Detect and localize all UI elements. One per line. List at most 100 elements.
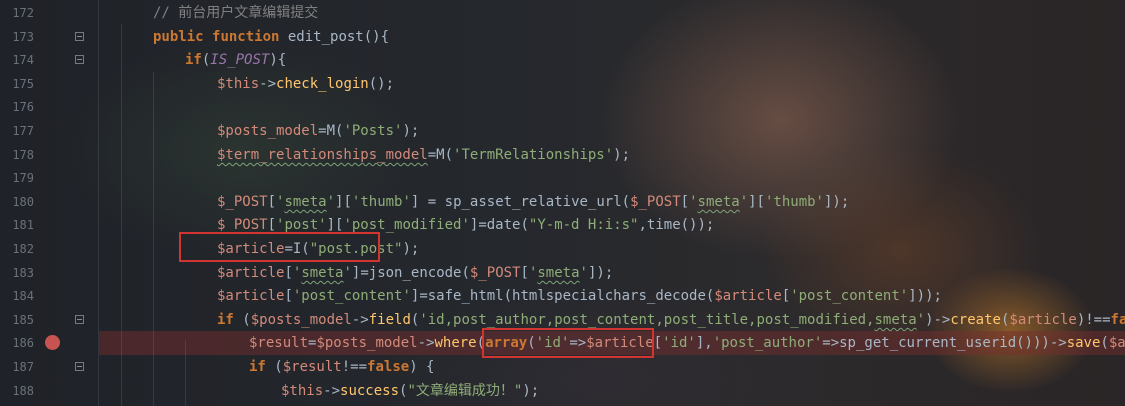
code-token: [ (520, 265, 529, 281)
code-editor[interactable]: 172 173 174 175 176 177 178 179 180 181 182 183 184 1… (0, 0, 1125, 406)
code-line[interactable] (99, 95, 1125, 119)
code-token: -> (259, 76, 277, 92)
line-number: 185 (12, 313, 34, 327)
code-token: $_POST (630, 194, 681, 210)
line-number: 179 (12, 171, 34, 185)
code-token: "post.post" (309, 241, 403, 257)
code-token: [ (284, 265, 293, 281)
gutter-row[interactable]: 187 (0, 355, 98, 379)
code-token: $posts_model (316, 335, 418, 351)
code-token: 'id,post_author,post_content,post_title,… (419, 312, 875, 328)
editor-gutter[interactable]: 172 173 174 175 176 177 178 179 180 181 182 183 184 1… (0, 0, 99, 406)
line-number: 183 (12, 266, 34, 280)
code-token: "Y-m-d H:i:s" (528, 217, 639, 233)
code-token: ( (527, 335, 536, 351)
code-token: 'post' (276, 217, 327, 233)
code-token: $article (1009, 312, 1077, 328)
gutter-row[interactable]: 181 (0, 213, 98, 237)
code-token: field (368, 312, 411, 328)
code-line[interactable]: $_POST['post']['post_modified']=date("Y-… (99, 213, 1125, 237)
gutter-row[interactable]: 176 (0, 95, 98, 119)
code-token: smeta (301, 265, 344, 281)
code-text: $result=$posts_model->where(array('id'=>… (249, 331, 1125, 355)
code-line[interactable]: if(IS_POST){ (99, 48, 1125, 72)
breakpoint-icon[interactable] (45, 335, 60, 350)
code-token: 'post_modified' (343, 217, 470, 233)
line-number: 177 (12, 124, 34, 138)
code-token: ); (402, 241, 420, 257)
line-number: 173 (12, 30, 34, 44)
code-line[interactable]: $_POST['smeta']['thumb'] = sp_asset_rela… (99, 190, 1125, 214)
fold-toggle-icon[interactable] (75, 32, 84, 41)
code-token: IS_POST (210, 52, 270, 68)
code-token: $article (217, 288, 285, 304)
code-token: =M( (427, 147, 454, 163)
code-line[interactable]: public function edit_post(){ (99, 25, 1125, 49)
code-token: array (485, 335, 528, 351)
code-token: 'id' (662, 335, 696, 351)
gutter-row[interactable]: 178 (0, 143, 98, 167)
gutter-row[interactable]: 185 (0, 308, 98, 332)
gutter-row[interactable]: 172 (0, 1, 98, 25)
code-token: [ (284, 288, 293, 304)
code-line[interactable]: // 前台用户文章编辑提交 (99, 1, 1125, 25)
code-token: -> (417, 335, 435, 351)
code-token: ( (265, 359, 283, 375)
code-token: save (1066, 335, 1101, 351)
fold-toggle-icon[interactable] (75, 362, 84, 371)
gutter-row[interactable]: 184 (0, 284, 98, 308)
fold-toggle-icon[interactable] (75, 55, 84, 64)
code-text: if ($posts_model->field('id,post_author,… (217, 308, 1125, 332)
code-line[interactable] (99, 166, 1125, 190)
code-token: ) { (409, 359, 435, 375)
indent-guide (153, 72, 154, 406)
code-token: ]=safe_html(htmlspecialchars_decode( (410, 288, 715, 304)
code-line[interactable]: $this->success("文章编辑成功！"); (99, 379, 1125, 403)
fold-toggle-icon[interactable] (75, 315, 84, 324)
code-line[interactable]: $term_relationships_model=M('TermRelatio… (99, 143, 1125, 167)
code-token: )!== (1076, 312, 1111, 328)
code-line[interactable]: $result=$posts_model->where(array('id'=>… (99, 331, 1125, 355)
gutter-row[interactable]: 183 (0, 261, 98, 285)
line-number: 182 (12, 242, 34, 256)
code-line[interactable]: if ($result!==false) { (99, 355, 1125, 379)
code-token: ' (689, 194, 698, 210)
code-token: ' (739, 194, 749, 210)
code-line[interactable]: $article=I("post.post"); (99, 237, 1125, 261)
code-token: [ (267, 217, 277, 233)
code-line[interactable]: $posts_model=M('Posts'); (99, 119, 1125, 143)
gutter-row[interactable]: 188 (0, 379, 98, 403)
gutter-row[interactable]: 179 (0, 166, 98, 190)
code-token: ' (579, 265, 588, 281)
code-line[interactable]: $this->check_login(); (99, 72, 1125, 96)
gutter-row[interactable]: 182 (0, 237, 98, 261)
code-text: // 前台用户文章编辑提交 (153, 1, 318, 25)
gutter-row[interactable]: 173 (0, 25, 98, 49)
code-token: ][ (335, 194, 352, 210)
code-text: $_POST['post']['post_modified']=date("Y-… (217, 213, 714, 237)
code-token: ]=date( (469, 217, 529, 233)
gutter-row[interactable]: 174 (0, 48, 98, 72)
code-token: public (153, 29, 204, 45)
code-line[interactable]: if ($posts_model->field('id,post_author,… (99, 308, 1125, 332)
line-number: 187 (12, 360, 34, 374)
indent-guide (185, 340, 186, 406)
code-text: $this->check_login(); (217, 72, 394, 96)
code-text: if(IS_POST){ (185, 48, 286, 72)
code-token: $term_relationships_model (217, 147, 428, 163)
code-area[interactable]: // 前台用户文章编辑提交 public function edit_post()… (99, 0, 1125, 406)
code-token: success (340, 383, 400, 399)
code-text: public function edit_post(){ (153, 25, 389, 49)
code-line[interactable]: $article['post_content']=safe_html(htmls… (99, 284, 1125, 308)
code-token: ( (476, 335, 486, 351)
gutter-row[interactable]: 180 (0, 190, 98, 214)
code-token: ' (343, 265, 352, 281)
code-token: [ (653, 335, 663, 351)
gutter-row[interactable]: 186 (0, 331, 98, 355)
code-token: ] = sp_asset_relative_url( (410, 194, 631, 210)
code-line[interactable]: $article['smeta']=json_encode($_POST['sm… (99, 261, 1125, 285)
code-token: ])); (908, 288, 942, 304)
gutter-row[interactable]: 177 (0, 119, 98, 143)
gutter-row[interactable]: 175 (0, 72, 98, 96)
